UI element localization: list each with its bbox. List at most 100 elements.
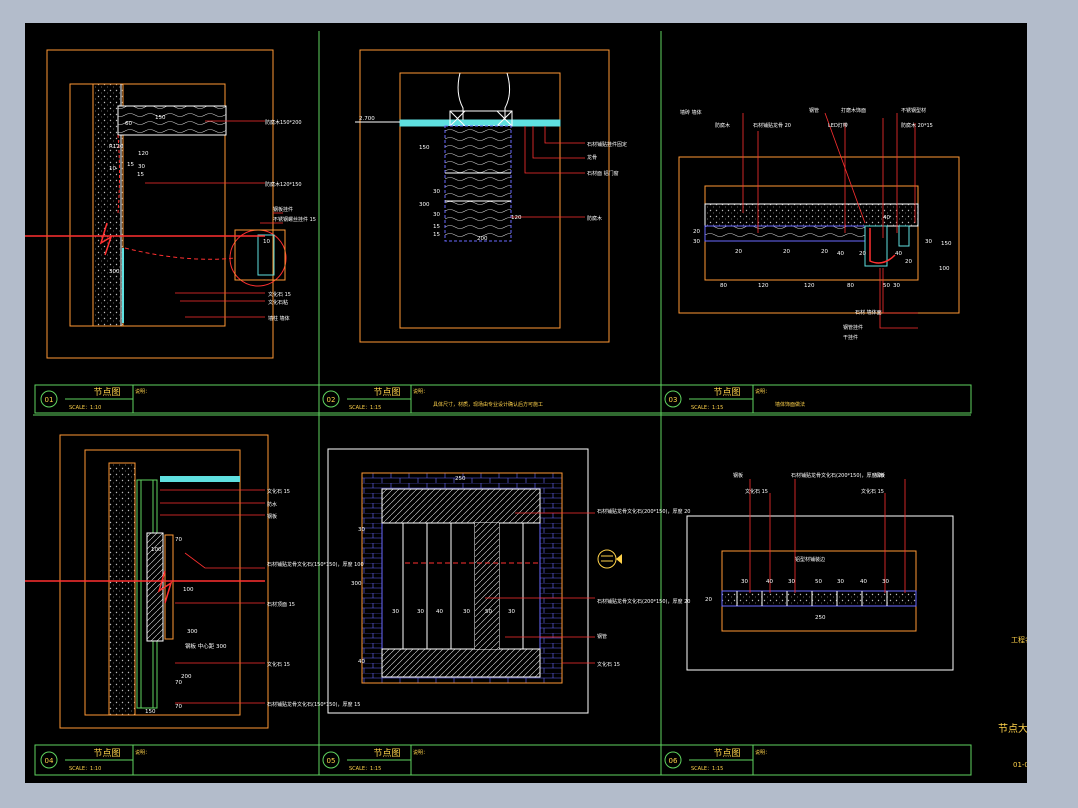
dimension-label: 200	[181, 674, 192, 680]
callout-label: 钢板	[733, 472, 743, 479]
sheet-title: 节点大样图	[998, 722, 1027, 735]
dimension-label: 30	[433, 212, 440, 218]
dimension-label: 150	[941, 241, 952, 247]
dimension-label: 300	[187, 629, 198, 635]
detail-03-drawing	[678, 112, 960, 329]
dimension-label: 70	[175, 537, 182, 543]
dimension-label: 15	[137, 172, 144, 178]
dimension-label: 80	[847, 283, 854, 289]
callout-label: 文化石 15	[268, 291, 291, 298]
dimension-label: 10	[109, 166, 116, 172]
callout-label: 钢管	[809, 107, 819, 114]
dimension-label: 15	[433, 224, 440, 230]
callout-label: 石材铺贴龙骨文化石(200*150)，厚度 20	[597, 508, 690, 515]
dimension-label: 80	[720, 283, 727, 289]
callout-label: 防腐木150*200	[265, 119, 302, 126]
dimension-label: 50	[485, 609, 492, 615]
dimension-label: 30	[882, 579, 889, 585]
callout-label: 石材铺贴龙骨文化石(150*150)，厚度 15	[267, 701, 360, 708]
callout-label: 钢管挂件	[843, 324, 863, 331]
detail-note-label: 说明：	[413, 388, 428, 395]
dimension-label: 30	[138, 164, 145, 170]
dimension-label: 60	[125, 121, 132, 127]
callout-label: LED灯带	[828, 122, 848, 129]
callout-label: 防水	[267, 501, 277, 508]
callout-label: 石材铺贴龙骨文化石(200*150)，厚度 20	[597, 598, 690, 605]
dimension-label: 30	[788, 579, 795, 585]
dimension-label: 120	[511, 215, 522, 221]
dimension-label: 钢板 中心距 300	[185, 642, 227, 650]
callout-label: 打磨木饰面	[841, 107, 866, 114]
dimension-label: 20	[905, 259, 912, 265]
callout-label: 文化石 15	[597, 661, 620, 668]
dimension-label: 30	[925, 239, 932, 245]
dimension-label: 30	[417, 609, 424, 615]
callout-label: 墙砖 墙体	[680, 109, 702, 116]
detail-02-drawing	[355, 49, 610, 343]
detail-title: 节点图	[713, 387, 740, 398]
dimension-label: 30	[433, 189, 440, 195]
dimension-label: R120	[109, 144, 124, 150]
detail-04-drawing	[25, 434, 269, 729]
dimension-label: 30	[358, 527, 365, 533]
callout-label: 干挂件	[843, 334, 858, 341]
callout-label: 石材铺贴龙骨 20	[753, 122, 791, 129]
detail-number: 05	[327, 757, 336, 765]
dimension-label: 200	[477, 236, 488, 242]
project-label: 工程名称	[1011, 635, 1027, 644]
dimension-label: 30	[463, 609, 470, 615]
dimension-label: 100	[151, 547, 162, 553]
dimension-label: 300	[419, 202, 430, 208]
dimension-label: 120	[804, 283, 815, 289]
detail-title: 节点图	[93, 748, 120, 759]
dimension-label: 100	[939, 266, 950, 272]
dimension-label: 40	[766, 579, 773, 585]
dimension-label: 20	[821, 249, 828, 255]
dimension-label: 30	[893, 283, 900, 289]
dimension-label: 300	[351, 581, 362, 587]
dimension-label: 20	[693, 229, 700, 235]
callout-label: 石材面 铝门窗	[587, 170, 619, 177]
dimension-label: 150	[145, 709, 156, 715]
detail-scale: SCALE：1:15	[349, 405, 381, 411]
callout-label: 不锈钢螺丝挂件 15	[273, 216, 316, 223]
detail-scale: SCALE：1:15	[691, 766, 723, 772]
dimension-label: 30	[508, 609, 515, 615]
callout-label: 石材铺贴龙骨文化石(150*150)，厚度 100	[267, 561, 364, 568]
callout-label: 文化石 15	[267, 488, 290, 495]
dimension-label: 30	[741, 579, 748, 585]
dimension-label: 2.700	[359, 116, 375, 122]
callout-label: 文化石 15	[745, 488, 768, 495]
callout-label: 钢板	[267, 513, 277, 520]
callout-label: 石材铺贴挂件固定	[587, 141, 627, 148]
dimension-label: 20	[859, 251, 866, 257]
detail-note: 墙体饰面做法	[775, 401, 805, 408]
dimension-label: 40	[895, 251, 902, 257]
detail-number: 06	[669, 757, 678, 765]
dimension-label: 40	[837, 251, 844, 257]
dimension-label: 50	[883, 283, 890, 289]
dimension-label: 250	[455, 476, 466, 482]
detail-number: 01	[45, 396, 54, 404]
callout-label: 文化石 15	[267, 661, 290, 668]
callout-label: 文化石粘	[268, 299, 288, 306]
detail-note-label: 说明：	[755, 749, 770, 756]
dimension-label: 40	[883, 215, 890, 221]
dimension-label: 20	[783, 249, 790, 255]
callout-label: 龙骨	[587, 154, 597, 161]
dimension-label: 70	[175, 704, 182, 710]
detail-scale: SCALE：1:10	[69, 405, 101, 411]
callout-label: 墙柱 墙体	[268, 315, 290, 322]
sheet-number: 01-01	[1013, 761, 1027, 769]
dimension-label: 40	[860, 579, 867, 585]
dimension-label: 50	[815, 579, 822, 585]
callout-label: 不锈钢型材	[901, 107, 926, 114]
detail-title: 节点图	[713, 748, 740, 759]
detail-number: 03	[669, 396, 678, 404]
detail-title: 节点图	[373, 387, 400, 398]
detail-note-label: 说明：	[755, 388, 770, 395]
detail-scale: SCALE：1:10	[69, 766, 101, 772]
detail-number: 02	[327, 396, 336, 404]
drawing-sheet: 01 节点图 SCALE：1:10 说明： 02 节点图 SCALE：1:15 …	[25, 23, 1027, 783]
callout-label: 防腐木 20*15	[901, 122, 933, 129]
